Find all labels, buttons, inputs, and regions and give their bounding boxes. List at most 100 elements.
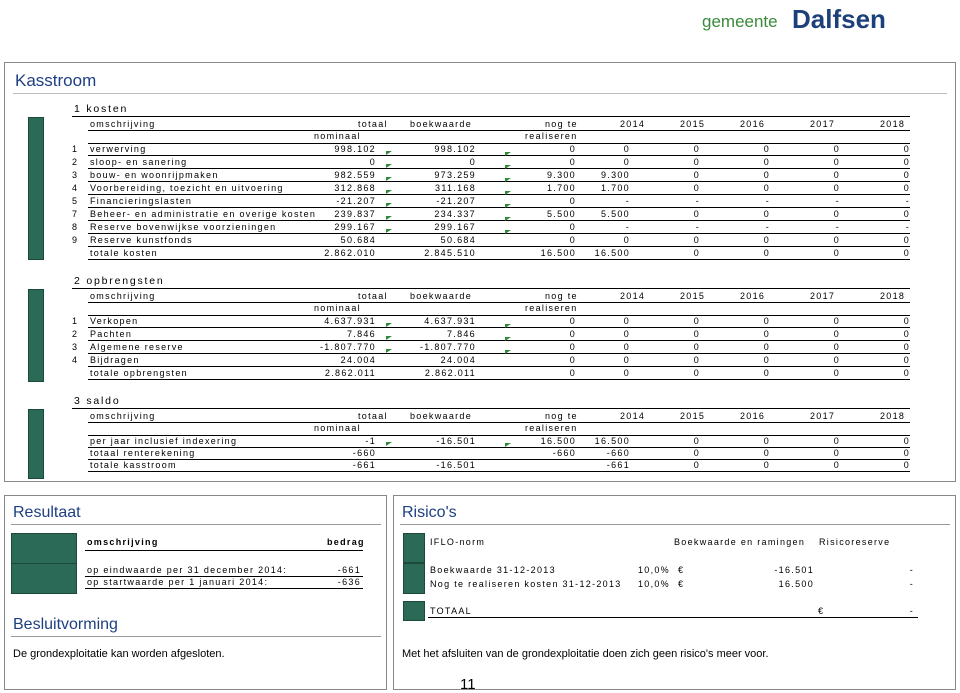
- kosten-row-label: bouw- en woonrijpmaken: [90, 170, 219, 180]
- saldo-row-year: -660: [606, 448, 630, 458]
- kosten-row-nr: 5: [72, 196, 79, 206]
- euro-sign: €: [818, 606, 825, 616]
- comment-marker-icon: [505, 165, 511, 169]
- kosten-row-label: verwerving: [90, 144, 147, 154]
- opbrengsten-row-year: 0: [763, 316, 770, 326]
- opbrengsten-row-year: 0: [833, 316, 840, 326]
- comment-marker-icon: [386, 229, 392, 233]
- opbrengsten-total-label: totale opbrengsten: [90, 368, 188, 378]
- logo-small-text: gemeente: [702, 12, 778, 31]
- kosten-row-year: 0: [833, 235, 840, 245]
- risicos-total-value: -: [909, 606, 914, 616]
- kosten-col-year: 2015: [680, 119, 706, 129]
- kosten-row-boekwaarde: 973.259: [434, 170, 476, 180]
- kosten-total-year: 16.500: [594, 248, 630, 258]
- kosten-row-year: -: [625, 196, 630, 206]
- opbrengsten-total-nog: 0: [569, 368, 576, 378]
- saldo-section-title: 3 saldo: [74, 395, 121, 407]
- risico-conclusion-text: Met het afsluiten van de grondexploitati…: [402, 648, 769, 660]
- kosten-row-year: -: [765, 196, 770, 206]
- opbrengsten-section-title: 2 opbrengsten: [74, 275, 165, 287]
- opbrengsten-row-year: 0: [833, 355, 840, 365]
- risicos-title: Risico's: [402, 504, 457, 521]
- risicos-panel: Risico's IFLO-norm Boekwaarde en raminge…: [393, 495, 956, 690]
- saldo-green-bar: [28, 409, 44, 479]
- kosten-row-label: sloop- en sanering: [90, 157, 188, 167]
- resultaat-row-value: -661: [337, 565, 361, 575]
- kosten-row-line: [88, 233, 910, 234]
- kosten-row-year: 0: [693, 209, 700, 219]
- saldo-header-line: [88, 422, 910, 423]
- kosten-row-year: 0: [763, 144, 770, 154]
- kosten-row-year: 0: [903, 144, 910, 154]
- opbrengsten-row-boekwaarde: 4.637.931: [424, 316, 476, 326]
- kosten-total-boek: 2.845.510: [424, 248, 476, 258]
- resultaat-row-bar: [11, 563, 77, 594]
- kosten-col-year: 2018: [880, 119, 906, 129]
- risicos-col-iflo: IFLO-norm: [430, 537, 486, 547]
- saldo-row-year: -661: [606, 460, 630, 470]
- opbrengsten-col-totaal: totaal: [358, 291, 388, 301]
- kosten-row-nr: 9: [72, 235, 79, 245]
- kosten-row-line: [88, 246, 910, 247]
- kosten-row-nog: 0: [569, 196, 576, 206]
- opbrengsten-title-line: [72, 288, 910, 289]
- saldo-row-year: 0: [833, 460, 840, 470]
- saldo-col-year: 2017: [810, 411, 836, 421]
- opbrengsten-row-year: 0: [763, 329, 770, 339]
- kosten-row-nr: 7: [72, 209, 79, 219]
- kosten-green-bar: [28, 117, 44, 260]
- opbrengsten-row-totaal: -1.807.770: [319, 342, 376, 352]
- opbrengsten-row-year: 0: [763, 355, 770, 365]
- kosten-row-year: 0: [833, 209, 840, 219]
- comment-marker-icon: [386, 323, 392, 327]
- kosten-row-totaal: 299.167: [334, 222, 376, 232]
- opbrengsten-row-boekwaarde: 7.846: [446, 329, 476, 339]
- resultaat-divider: [11, 524, 381, 525]
- kosten-col-year: 2014: [620, 119, 646, 129]
- comment-marker-icon: [386, 203, 392, 207]
- opbrengsten-total-year: 0: [763, 368, 770, 378]
- kosten-row-year: 0: [903, 183, 910, 193]
- kosten-total-year: 0: [833, 248, 840, 258]
- opbrengsten-row-nog: 0: [569, 316, 576, 326]
- saldo-col-nominaal: nominaal: [314, 423, 361, 433]
- kosten-row-year: 0: [763, 235, 770, 245]
- kosten-total-year: 0: [763, 248, 770, 258]
- kosten-row-year: -: [835, 196, 840, 206]
- opbrengsten-row-year: 0: [903, 329, 910, 339]
- saldo-row-year: 0: [833, 448, 840, 458]
- saldo-row-line: [88, 471, 910, 472]
- besluitvorming-text: De grondexploitatie kan worden afgeslote…: [13, 648, 225, 660]
- opbrengsten-row-nr: 4: [72, 355, 79, 365]
- opbrengsten-col-year: 2017: [810, 291, 836, 301]
- opbrengsten-row-year: 0: [693, 316, 700, 326]
- kosten-title-line: [72, 116, 910, 117]
- kosten-row-nog: 0: [569, 144, 576, 154]
- kosten-row-line: [88, 155, 910, 156]
- page-number: 11: [460, 676, 476, 693]
- kosten-row-year: 0: [693, 235, 700, 245]
- kosten-row-year: 0: [903, 235, 910, 245]
- kosten-row-year: 9.300: [600, 170, 630, 180]
- kosten-total-line: [88, 259, 910, 260]
- saldo-row-totaal: -1: [365, 436, 376, 446]
- opbrengsten-col-year: 2015: [680, 291, 706, 301]
- opbrengsten-row-nr: 1: [72, 316, 79, 326]
- opbrengsten-row-boekwaarde: -1.807.770: [419, 342, 476, 352]
- kosten-row-year: 0: [903, 209, 910, 219]
- saldo-col-year: 2014: [620, 411, 646, 421]
- kosten-row-year: -: [625, 222, 630, 232]
- risicos-row-risico: -: [909, 579, 914, 589]
- opbrengsten-row-nr: 2: [72, 329, 79, 339]
- opbrengsten-total-year: 0: [903, 368, 910, 378]
- kosten-row-nog: 1.700: [546, 183, 576, 193]
- comment-marker-icon: [386, 151, 392, 155]
- kosten-row-year: 0: [903, 170, 910, 180]
- kosten-col-realiseren: realiseren: [525, 131, 578, 141]
- risicos-row-pct: 10,0%: [637, 579, 670, 589]
- kosten-row-totaal: 50.684: [340, 235, 376, 245]
- kosten-row-nog: 0: [569, 157, 576, 167]
- kosten-row-totaal: 0: [369, 157, 376, 167]
- opbrengsten-row-totaal: 7.846: [346, 329, 376, 339]
